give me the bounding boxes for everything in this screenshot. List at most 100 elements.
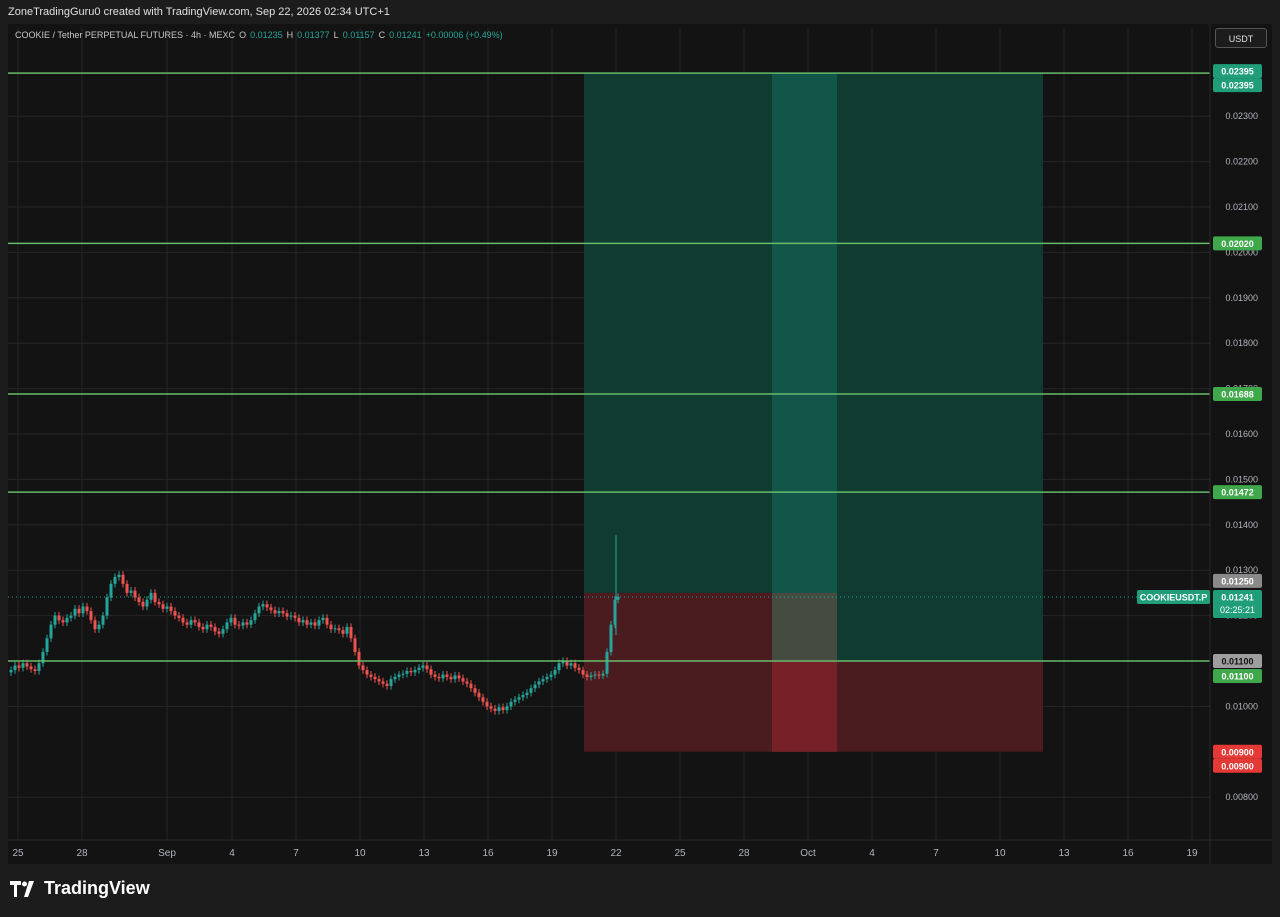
candle-body <box>593 674 597 676</box>
symbol-legend[interactable]: COOKIE / Tether PERPETUAL FUTURES · 4h ·… <box>15 30 503 40</box>
candle <box>53 611 57 629</box>
candle <box>533 680 537 692</box>
candle <box>193 616 197 627</box>
time-tick-label: 4 <box>869 848 875 859</box>
time-tick-label: 28 <box>76 848 88 859</box>
symbol-title[interactable]: COOKIE / Tether PERPETUAL FUTURES · 4h ·… <box>15 30 235 40</box>
candle-body <box>537 681 541 685</box>
candle-body <box>357 651 361 666</box>
stop-price-tag-text: 0.00900 <box>1221 761 1254 771</box>
candle-body <box>33 669 37 671</box>
candle-body <box>405 670 409 674</box>
price-tick-label: 0.01500 <box>1225 474 1258 484</box>
candle-body <box>93 620 97 630</box>
level-tag: 0.02020 <box>1213 236 1262 251</box>
footer <box>0 864 1280 917</box>
high-label: H <box>286 30 294 40</box>
candle <box>369 670 373 681</box>
candle <box>221 625 225 638</box>
price-tick-label: 0.01300 <box>1225 565 1258 575</box>
candle <box>173 607 177 620</box>
currency-button[interactable]: USDT <box>1215 28 1267 48</box>
level-tag: 0.01688 <box>1213 387 1262 402</box>
candle <box>201 623 205 633</box>
candle-body <box>217 631 221 634</box>
candle <box>29 662 33 673</box>
candle-body <box>121 574 125 584</box>
candle-body <box>333 628 337 630</box>
candle-body <box>493 708 497 711</box>
candle-body <box>601 673 605 676</box>
candle-body <box>29 666 33 670</box>
candle <box>241 618 245 630</box>
candle <box>57 611 61 624</box>
change-value: +0.00006 (+0.49%) <box>425 30 503 40</box>
candle-body <box>285 613 289 617</box>
candle <box>389 675 393 690</box>
candle <box>105 593 109 620</box>
countdown-value: 02:25:21 <box>1220 605 1255 615</box>
candle-body <box>185 622 189 625</box>
candle <box>325 614 329 629</box>
candle-body <box>65 617 69 623</box>
time-tick-label: 10 <box>354 848 366 859</box>
price-tick-label: 0.02100 <box>1225 202 1258 212</box>
candle-body <box>165 606 169 609</box>
level-tag-text: 0.02020 <box>1221 239 1254 249</box>
candle-body <box>193 620 197 623</box>
candle <box>541 675 545 686</box>
candle <box>577 664 581 674</box>
candle-body <box>145 599 149 607</box>
candle <box>189 616 193 629</box>
candle-body <box>553 670 557 675</box>
candle-body <box>389 679 393 686</box>
stop-price-tag: 0.00900 <box>1213 744 1262 759</box>
candle-body <box>545 676 549 680</box>
candle-body <box>329 624 333 630</box>
tradingview-logo-icon <box>10 880 34 897</box>
tradingview-logo[interactable]: TradingView <box>10 878 150 899</box>
level-tag: 0.01100 <box>1213 669 1262 683</box>
candle <box>433 670 437 681</box>
candle <box>417 664 421 674</box>
chart-canvas[interactable]: 0.023000.022000.021000.020000.019000.018… <box>0 0 1280 917</box>
candle-body <box>497 707 501 711</box>
highlight-loss-column <box>772 661 837 752</box>
candle <box>85 602 89 615</box>
candle <box>445 670 449 681</box>
candle-body <box>485 701 489 707</box>
brand-name: TradingView <box>44 878 150 898</box>
candle-body <box>305 620 309 625</box>
candle <box>73 605 77 620</box>
candle-body <box>309 622 313 625</box>
candle-body <box>457 675 461 679</box>
candle <box>117 571 121 581</box>
candle-body <box>169 606 173 612</box>
candle-body <box>549 674 553 677</box>
open-label: O <box>239 30 247 40</box>
candle <box>245 618 249 629</box>
time-tick-label: 4 <box>229 848 235 859</box>
candle-body <box>421 665 425 668</box>
candle-body <box>97 624 101 630</box>
candle <box>397 670 401 681</box>
time-tick-label: 7 <box>933 848 939 859</box>
candle <box>197 618 201 631</box>
candle <box>401 670 405 679</box>
candle-body <box>197 622 201 627</box>
candle-body <box>313 622 317 626</box>
candle-body <box>581 670 585 675</box>
candle <box>349 623 353 642</box>
candle-body <box>221 629 225 634</box>
price-tick-label: 0.00800 <box>1225 792 1258 802</box>
candle <box>205 621 209 633</box>
candle-body <box>49 624 53 639</box>
low-value: 0.01157 <box>342 30 375 40</box>
candle-body <box>337 628 341 631</box>
candle-body <box>233 617 237 625</box>
candle-body <box>585 674 589 677</box>
candle-body <box>477 692 481 698</box>
price-tick-label: 0.01000 <box>1225 701 1258 711</box>
candle-body <box>461 678 465 682</box>
entry-price-tag-text: 0.01250 <box>1221 576 1254 586</box>
